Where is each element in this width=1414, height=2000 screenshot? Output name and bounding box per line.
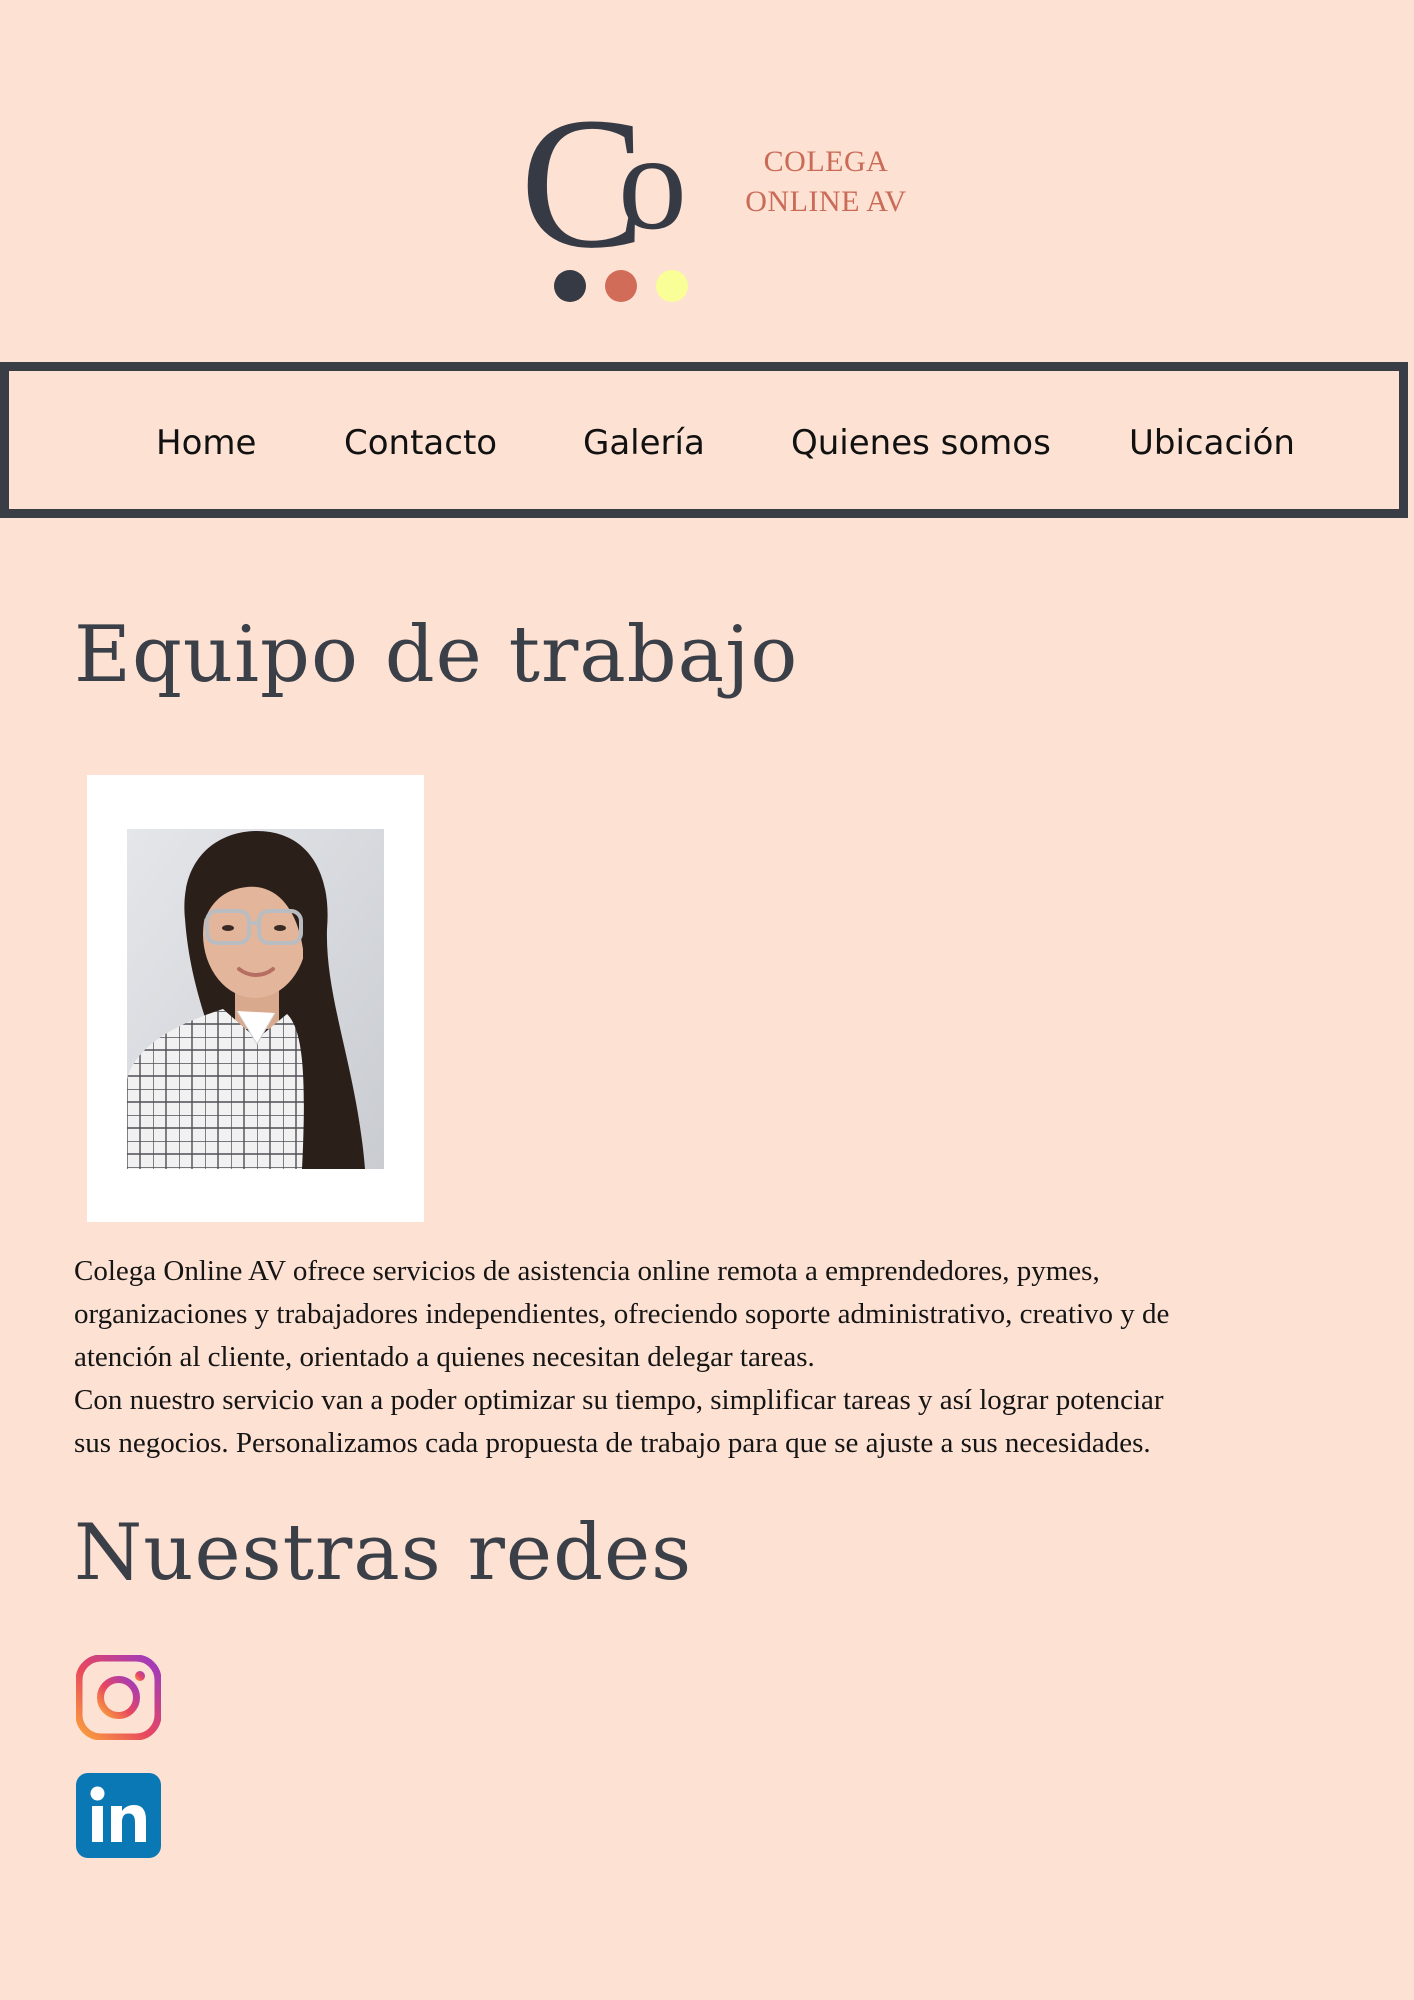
nav-item-ubicacion[interactable]: Ubicación bbox=[1129, 423, 1295, 463]
team-member-photo bbox=[127, 829, 384, 1169]
about-line: organizaciones y trabajadores independie… bbox=[74, 1298, 1170, 1330]
logo-dots bbox=[554, 270, 688, 302]
site-logo[interactable]: C o COLEGA ONLINE AV bbox=[526, 100, 906, 310]
instagram-link[interactable] bbox=[75, 1654, 162, 1741]
team-photo-frame bbox=[87, 775, 424, 1222]
instagram-icon bbox=[75, 1654, 162, 1741]
linkedin-icon bbox=[76, 1773, 161, 1858]
team-member-portrait bbox=[127, 829, 384, 1169]
about-line: Con nuestro servicio van a poder optimiz… bbox=[74, 1384, 1164, 1416]
team-heading: Equipo de trabajo bbox=[74, 610, 799, 700]
about-line: atención al cliente, orientado a quienes… bbox=[74, 1341, 815, 1373]
nav-item-home[interactable]: Home bbox=[156, 423, 256, 463]
main-navigation: Home Contacto Galería Quienes somos Ubic… bbox=[0, 362, 1408, 518]
nav-item-quienes-somos[interactable]: Quienes somos bbox=[791, 423, 1051, 463]
about-line: Colega Online AV ofrece servicios de asi… bbox=[74, 1255, 1100, 1287]
logo-dot-yellow bbox=[656, 270, 688, 302]
nav-item-contacto[interactable]: Contacto bbox=[344, 423, 497, 463]
about-text: Colega Online AV ofrece servicios de asi… bbox=[74, 1250, 1414, 1465]
social-heading: Nuestras redes bbox=[74, 1508, 693, 1598]
logo-line-2: ONLINE AV bbox=[745, 185, 907, 218]
logo-dot-coral bbox=[605, 270, 637, 302]
about-line: sus negocios. Personalizamos cada propue… bbox=[74, 1427, 1151, 1459]
logo-dot-dark bbox=[554, 270, 586, 302]
linkedin-link[interactable] bbox=[76, 1773, 161, 1858]
logo-co-monogram: C o bbox=[526, 100, 687, 260]
logo-wordmark: COLEGA ONLINE AV bbox=[726, 142, 926, 222]
nav-item-galeria[interactable]: Galería bbox=[583, 423, 705, 463]
nav-list: Home Contacto Galería Quienes somos Ubic… bbox=[9, 371, 1399, 509]
logo-line-1: COLEGA bbox=[763, 145, 889, 178]
svg-text:o: o bbox=[618, 105, 687, 258]
